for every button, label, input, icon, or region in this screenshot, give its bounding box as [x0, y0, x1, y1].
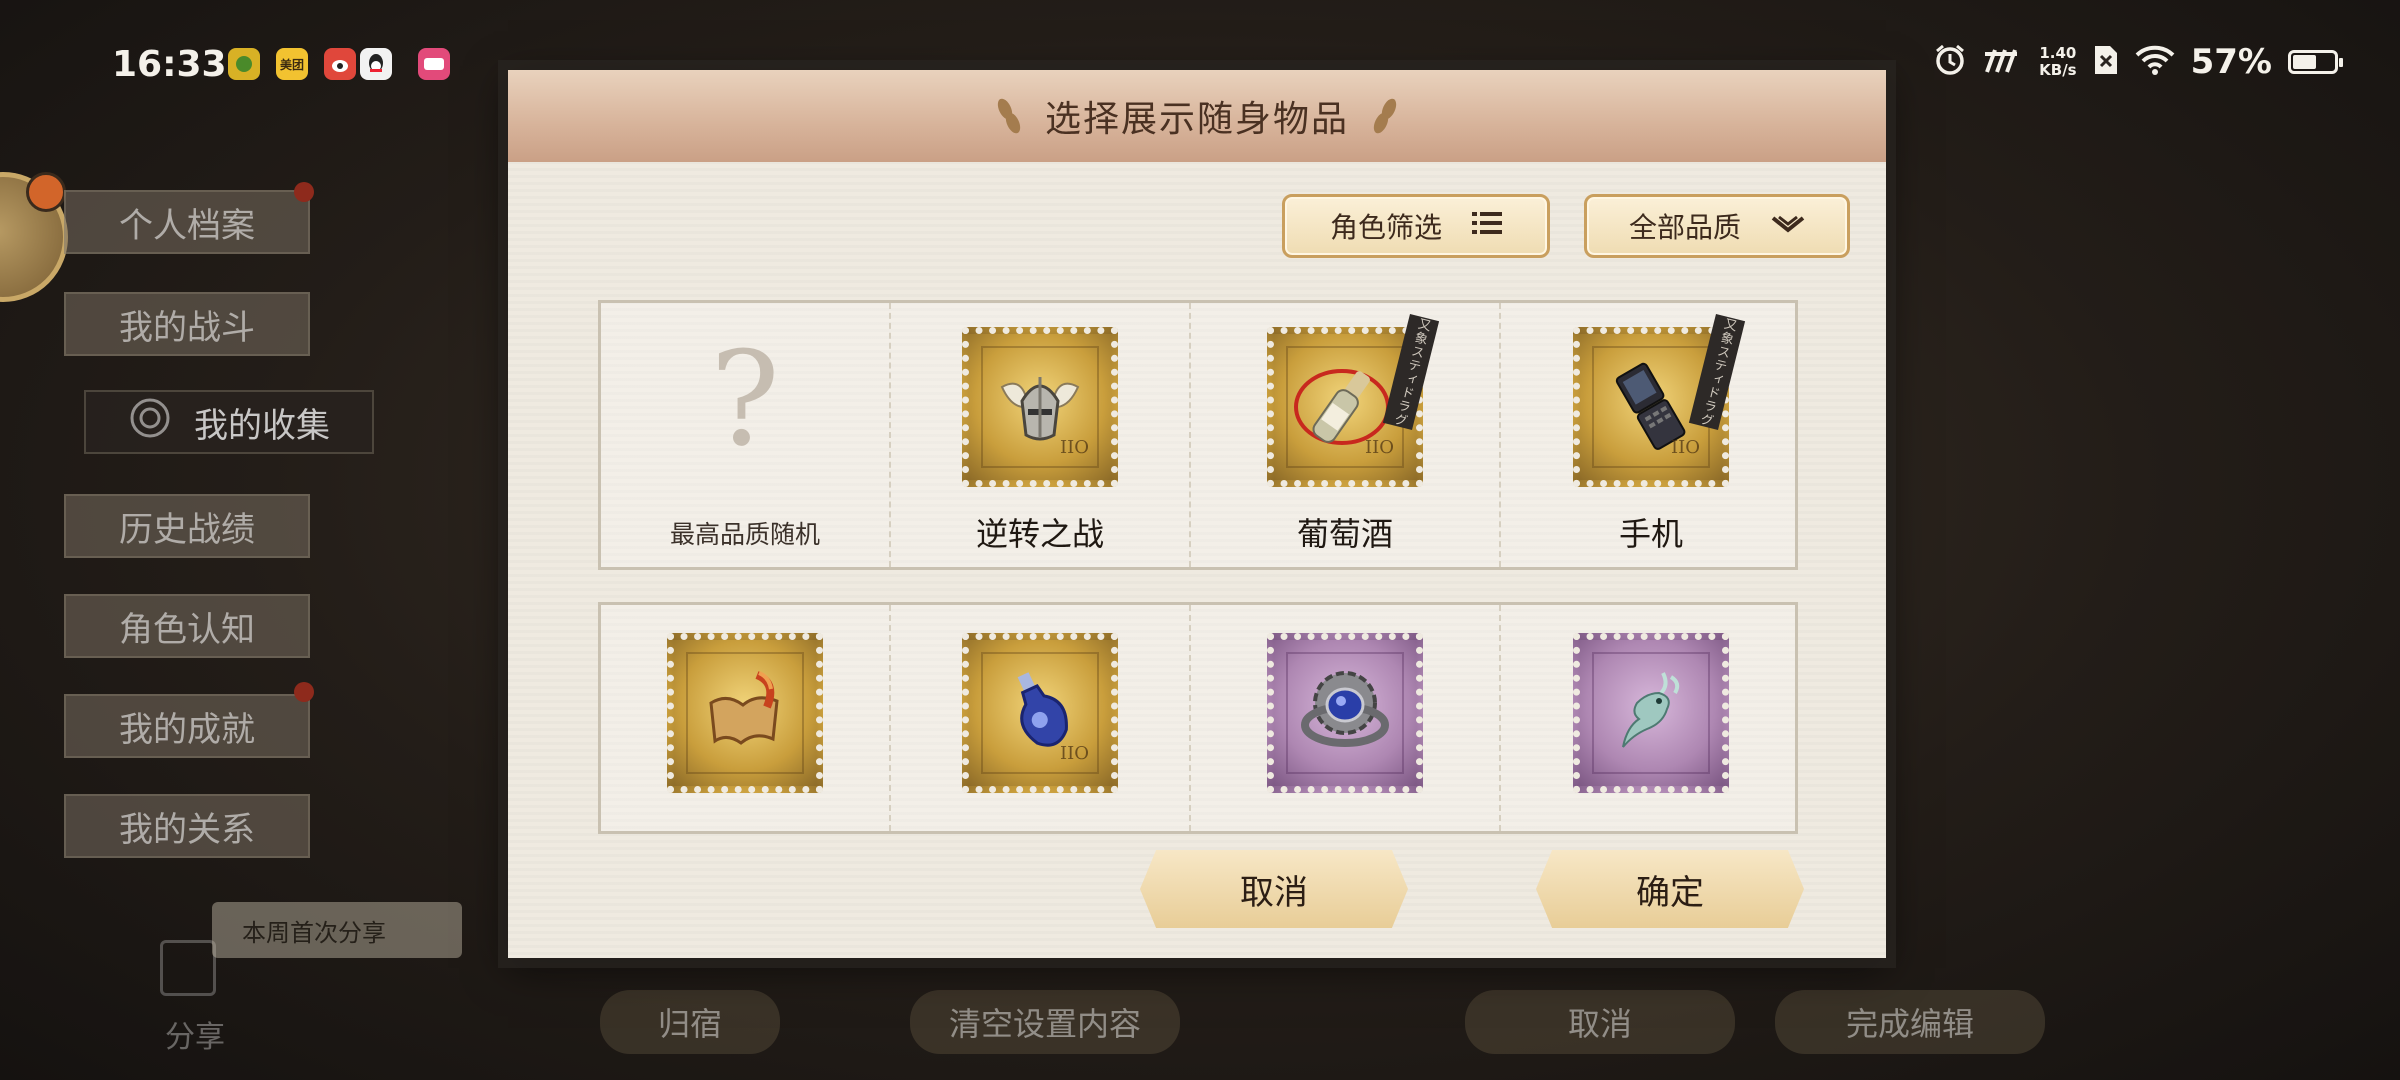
net-speed-unit: KB/s — [2039, 61, 2077, 79]
weibo-icon — [324, 48, 356, 80]
side-item-label: 我的收集 — [194, 405, 330, 446]
item-label: 最高品质随机 — [669, 520, 820, 549]
battery-fill — [2293, 55, 2316, 69]
background-cancel-button[interactable]: 取消 — [1465, 990, 1735, 1054]
side-item-achievements[interactable]: 我的成就 — [64, 694, 310, 758]
item-phone[interactable]: IIO 又象スティドラグ 手机 — [1501, 303, 1801, 567]
status-indicators: 1.40 KB/s 57% — [1933, 42, 2343, 82]
share-tag: 本周首次分享 — [212, 902, 462, 958]
stamp-number: IIO — [1671, 437, 1700, 458]
item-label: 逆转之战 — [975, 515, 1104, 553]
item-label: 手机 — [1618, 515, 1683, 553]
side-item-role-knowledge[interactable]: 角色认知 — [64, 594, 310, 658]
network-speed: 1.40 KB/s — [2039, 45, 2076, 79]
spirit-deer-icon — [1603, 663, 1699, 763]
confirm-button[interactable]: 确定 — [1536, 850, 1804, 928]
quality-filter-dropdown[interactable]: 全部品质 — [1584, 194, 1850, 258]
net-speed-value: 1.40 — [2039, 44, 2077, 62]
share-icon[interactable] — [160, 940, 216, 996]
app-icon-pink — [418, 48, 450, 80]
badge-dot — [294, 182, 314, 202]
item-random-best[interactable]: ? 最高品质随机 — [601, 303, 891, 567]
stamp-number: IIO — [1060, 743, 1089, 764]
alarm-icon — [1933, 43, 1967, 81]
gear-ring-icon — [1295, 663, 1395, 763]
signal-hd-icon — [1983, 46, 2023, 78]
stamp-frame: IIO — [962, 633, 1118, 793]
item-wine[interactable]: IIO 又象スティドラグ 葡萄酒 — [1191, 303, 1501, 567]
side-item-battles[interactable]: 我的战斗 — [64, 292, 310, 356]
side-item-profile[interactable]: 个人档案 — [64, 190, 310, 254]
qq-icon — [360, 48, 392, 80]
stamp-number: IIO — [1365, 437, 1394, 458]
battery-icon — [2288, 50, 2343, 74]
dialog-header: 选择展示随身物品 — [508, 70, 1886, 162]
cancel-button[interactable]: 取消 — [1140, 850, 1408, 928]
scroll-icon — [697, 663, 793, 763]
wifi-icon — [2135, 44, 2175, 80]
select-item-dialog: 选择展示随身物品 角色筛选 全部品质 ? 最高品质随机 IIO 逆转之战 IIO… — [508, 70, 1886, 958]
laurel-icon — [997, 94, 1023, 138]
badge-dot — [294, 682, 314, 702]
item-label: 葡萄酒 — [1296, 515, 1393, 553]
meituan-icon: 美团 — [276, 48, 308, 80]
list-icon — [1472, 210, 1502, 243]
item-row-2: IIO — [598, 602, 1798, 834]
status-time: 16:33 — [112, 44, 227, 85]
stamp-frame — [667, 633, 823, 793]
app-icon-green — [228, 48, 260, 80]
quality-filter-label: 全部品质 — [1628, 211, 1741, 244]
side-item-history[interactable]: 历史战绩 — [64, 494, 310, 558]
side-item-collection[interactable]: 我的收集 — [84, 390, 374, 454]
stamp-frame — [1573, 633, 1729, 793]
stamp-frame: IIO — [962, 327, 1118, 487]
chevron-down-icon — [1771, 210, 1805, 243]
shield-icon — [128, 396, 172, 449]
laurel-icon — [1371, 94, 1397, 138]
no-sim-icon — [2093, 44, 2119, 80]
item-scroll[interactable] — [601, 605, 891, 831]
clear-settings-button[interactable]: 清空设置内容 — [910, 990, 1180, 1054]
question-mark-icon: ? — [710, 323, 780, 475]
item-spirit-deer[interactable] — [1501, 605, 1801, 831]
finish-edit-button[interactable]: 完成编辑 — [1775, 990, 2045, 1054]
item-gear-ring[interactable] — [1191, 605, 1501, 831]
item-potion[interactable]: IIO — [891, 605, 1191, 831]
battery-percent: 57% — [2190, 42, 2272, 82]
role-filter-button[interactable]: 角色筛选 — [1282, 194, 1550, 258]
return-button[interactable]: 归宿 — [600, 990, 780, 1054]
role-filter-label: 角色筛选 — [1329, 211, 1442, 244]
stamp-frame: IIO 又象スティドラグ — [1573, 314, 1746, 487]
side-item-relations[interactable]: 我的关系 — [64, 794, 310, 858]
stamp-frame: IIO 又象スティドラグ — [1267, 314, 1440, 487]
stamp-number: IIO — [1060, 437, 1089, 458]
item-row-1: ? 最高品质随机 IIO 逆转之战 IIO 又象スティドラグ 葡萄酒 IIO 又… — [598, 300, 1798, 570]
notification-dot — [26, 172, 66, 212]
item-reversal-battle[interactable]: IIO 逆转之战 — [891, 303, 1191, 567]
dialog-title: 选择展示随身物品 — [1044, 99, 1349, 140]
share-label[interactable]: 分享 — [165, 1012, 225, 1056]
stamp-frame — [1267, 633, 1423, 793]
